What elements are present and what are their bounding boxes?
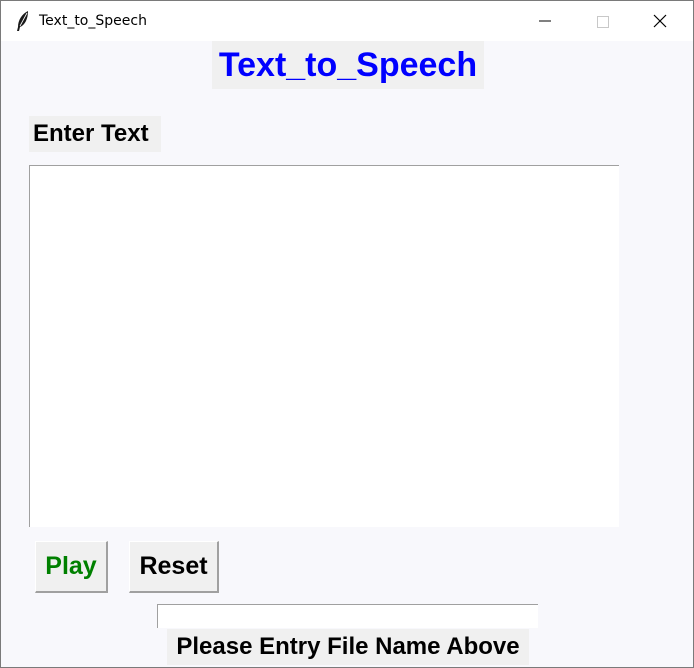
enter-text-label: Enter Text [29,116,161,152]
title-bar[interactable]: Text_to_Speech [1,1,693,41]
feather-icon [15,10,31,32]
maximize-icon [597,16,609,28]
app-window: Text_to_Speech Text_to_Speech Enter Text… [0,0,694,668]
close-button[interactable] [632,1,690,41]
minimize-button[interactable] [517,1,575,41]
window-title: Text_to_Speech [39,13,147,29]
file-name-label: Please Entry File Name Above [167,629,529,665]
text-input-area[interactable] [29,165,619,527]
client-area: Text_to_Speech Enter Text Play Reset Ple… [1,41,693,667]
maximize-button[interactable] [574,1,632,41]
play-button[interactable]: Play [35,541,108,593]
file-name-input[interactable] [157,604,538,628]
page-title: Text_to_Speech [212,41,484,89]
reset-button[interactable]: Reset [129,541,219,593]
close-icon [653,14,667,28]
minimize-icon [539,20,551,22]
